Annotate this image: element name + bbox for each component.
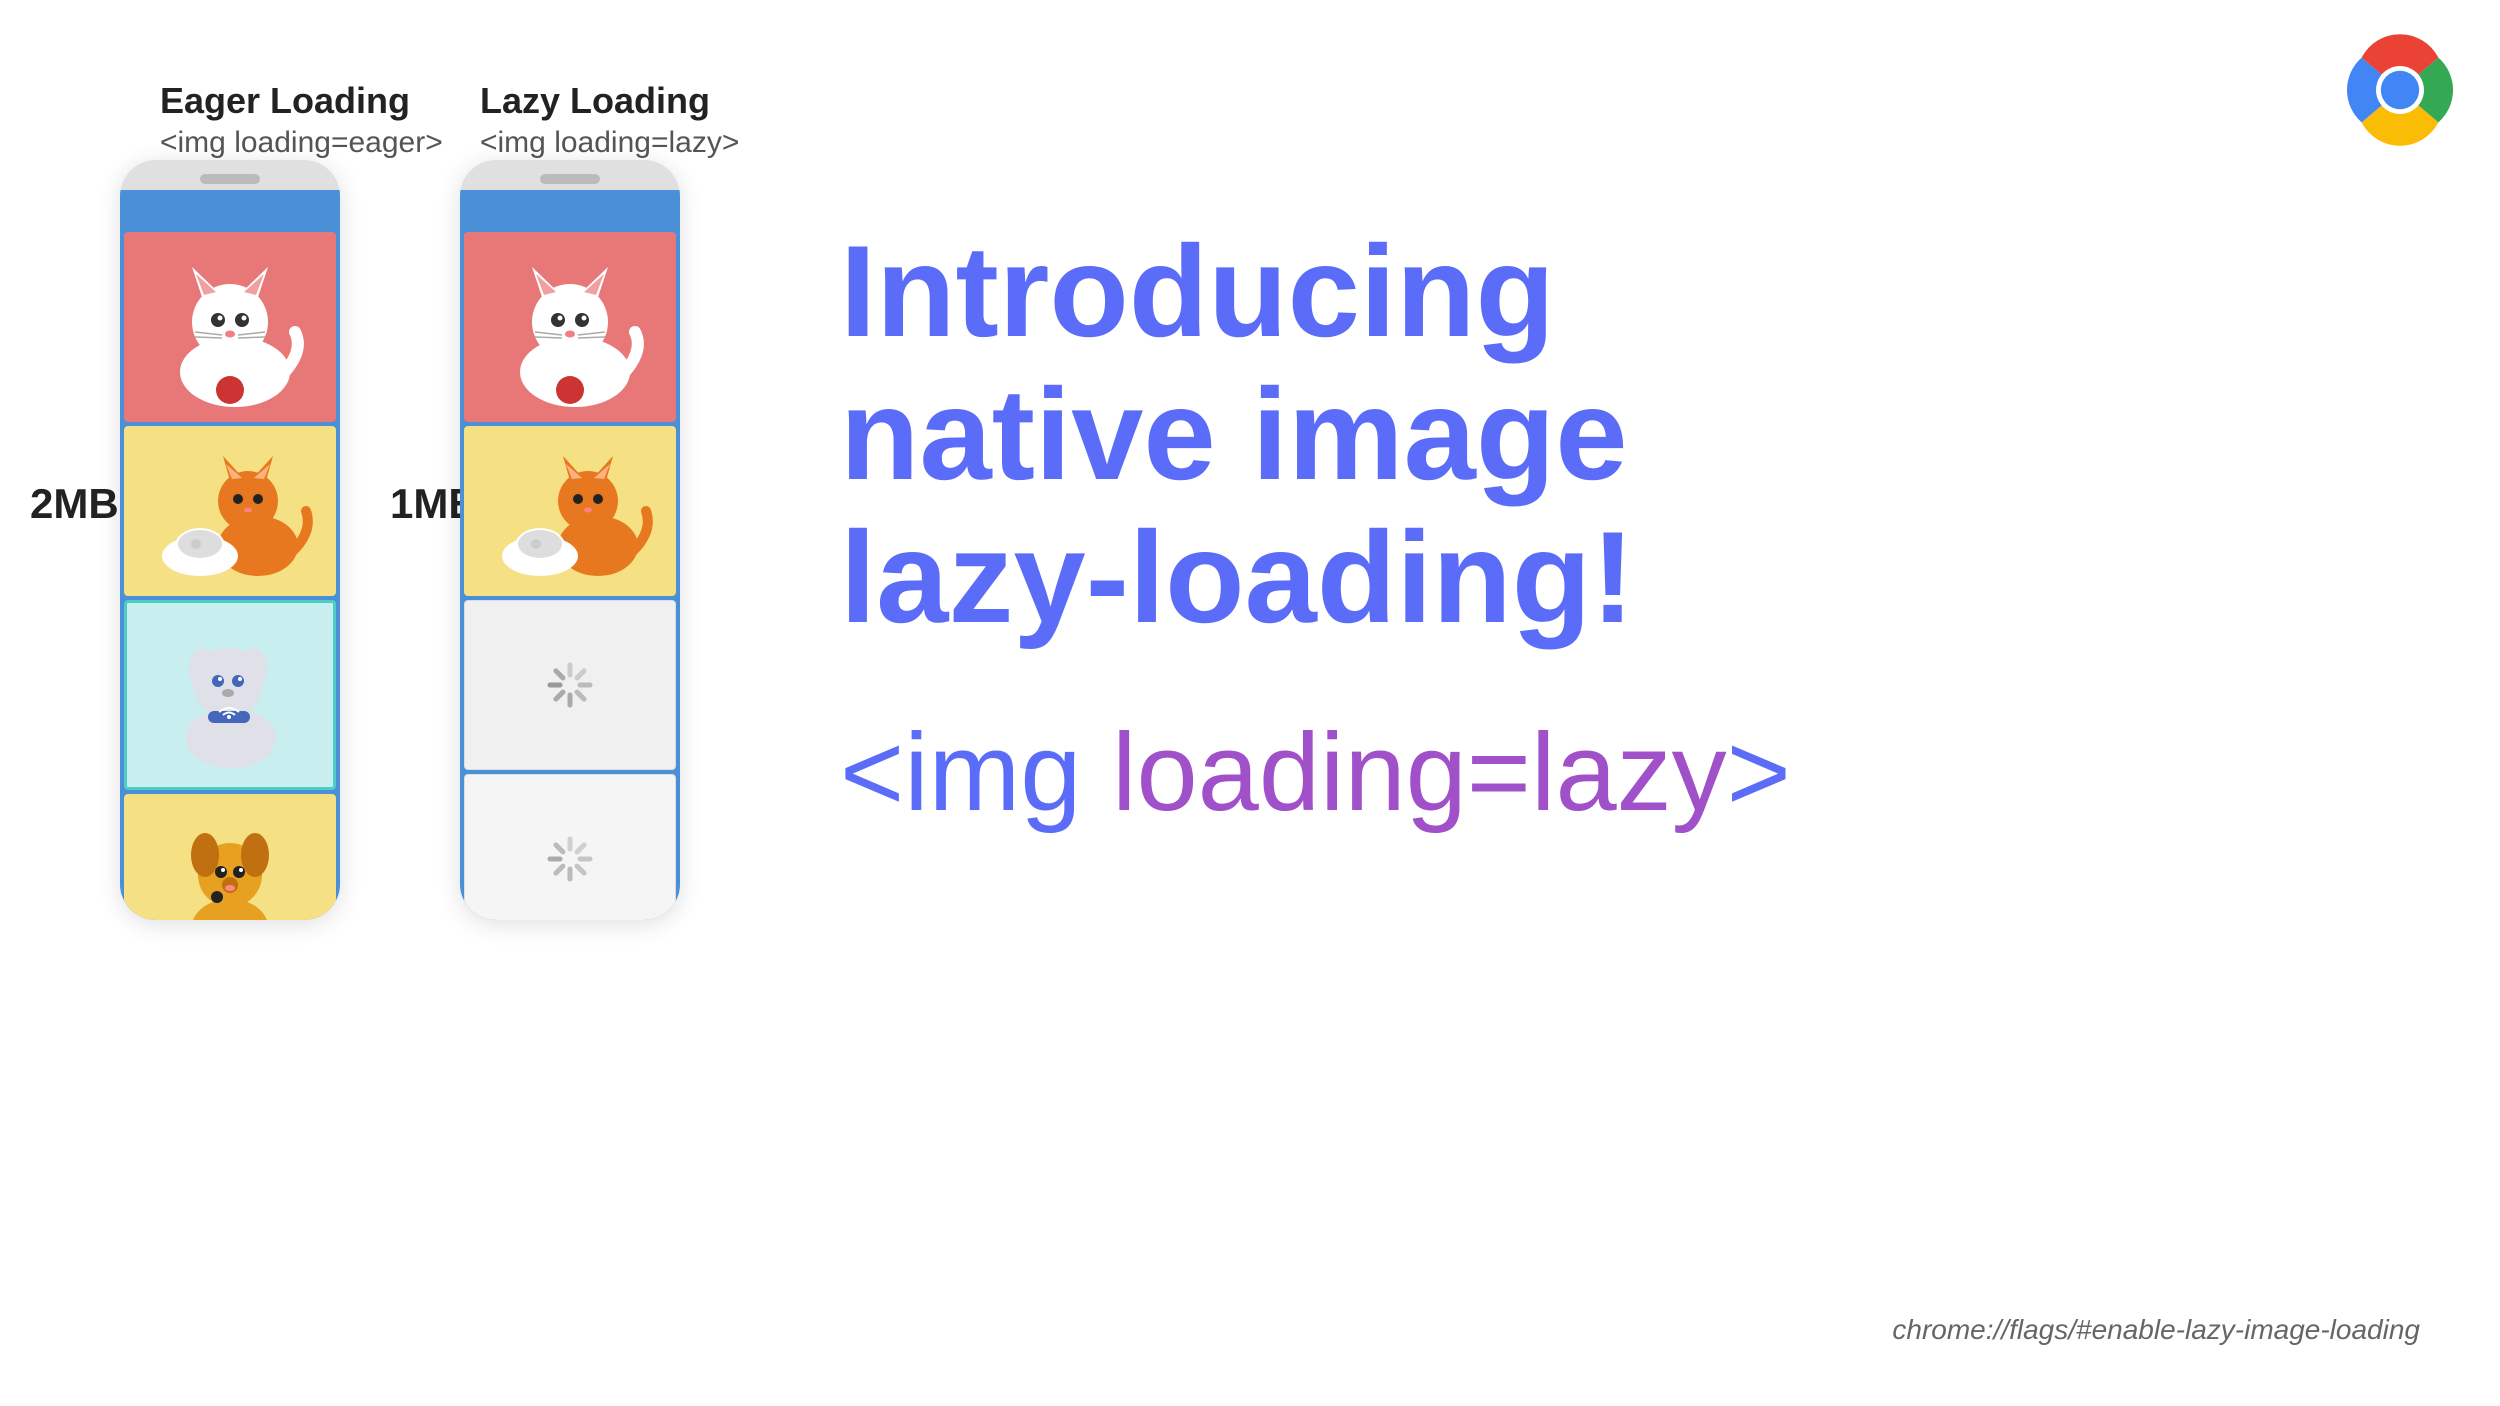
phone-cards-lazy (460, 228, 680, 920)
card-spinner-2-lazy (464, 774, 676, 920)
lazy-title: Lazy Loading (480, 80, 739, 122)
card-dog-blue-eager (124, 600, 336, 790)
phone-screen-lazy (460, 190, 680, 920)
phone-screen-eager (120, 190, 340, 920)
card-cat-lazy (464, 232, 676, 422)
card-orange-cat-eager (124, 426, 336, 596)
size-eager: 2MB (30, 480, 119, 528)
eager-code: <img loading=eager> (160, 126, 443, 160)
phone-topbar-lazy (460, 190, 680, 228)
right-section: Introducing native image lazy-loading! <… (840, 220, 2240, 836)
code-tag-attr: loading=lazy (1112, 711, 1727, 834)
card-cat-eager (124, 232, 336, 422)
lazy-phone (460, 160, 680, 920)
lazy-code: <img loading=lazy> (480, 126, 739, 160)
eager-title: Eager Loading (160, 80, 443, 122)
chrome-logo (2340, 30, 2460, 150)
phone-topbar-eager (120, 190, 340, 228)
phone-cards-eager (120, 228, 340, 920)
code-tag-open: <img (840, 711, 1112, 834)
intro-line2: native image (840, 361, 1628, 507)
code-tag-close: > (1727, 711, 1791, 834)
card-spinner-1-lazy (464, 600, 676, 770)
card-dog-yellow-eager (124, 794, 336, 920)
intro-line1: Introducing (840, 218, 1555, 364)
url-line: chrome://flags/#enable-lazy-image-loadin… (1892, 1314, 2420, 1346)
lazy-loading-label: Lazy Loading <img loading=lazy> (480, 80, 739, 160)
phone-speaker-lazy (540, 174, 600, 184)
card-orange-cat-lazy (464, 426, 676, 596)
eager-phone (120, 160, 340, 920)
intro-line3: lazy-loading! (840, 504, 1634, 650)
phone-speaker-eager (200, 174, 260, 184)
intro-heading: Introducing native image lazy-loading! (840, 220, 2240, 649)
code-tag-line: <img loading=lazy> (840, 709, 2240, 836)
eager-loading-label: Eager Loading <img loading=eager> (160, 80, 443, 160)
